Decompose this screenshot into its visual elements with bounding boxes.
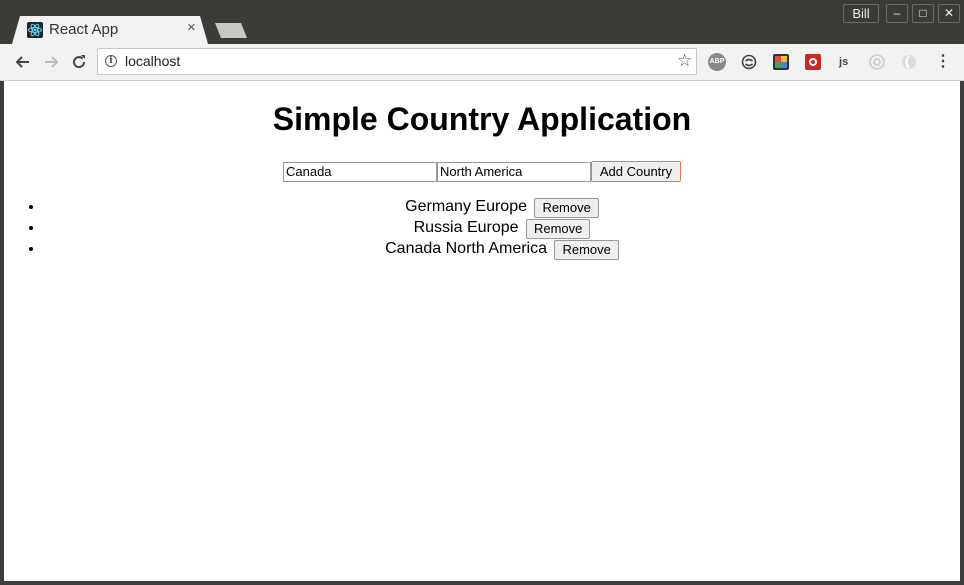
arrow-right-icon[interactable] <box>41 52 61 72</box>
tab-react-app[interactable]: React App × <box>12 16 208 44</box>
list-item: Canada North America Remove <box>44 238 960 260</box>
maximize-button[interactable]: □ <box>912 4 934 23</box>
js-icon[interactable]: js <box>836 53 854 71</box>
window-titlebar: React App × Bill – □ ✕ <box>0 0 964 44</box>
country-name: Germany <box>405 198 471 215</box>
list-item: Russia Europe Remove <box>44 217 960 239</box>
remove-button[interactable]: Remove <box>534 197 599 218</box>
continent-input[interactable] <box>437 161 591 182</box>
menu-icon[interactable]: ⋮ <box>935 52 951 72</box>
minimize-button[interactable]: – <box>886 4 908 23</box>
page-title: Simple Country Application <box>272 101 692 137</box>
country-continent: Europe <box>475 198 527 215</box>
url-text[interactable]: localhost <box>125 53 180 69</box>
country-name: Canada <box>385 240 442 257</box>
remove-button[interactable]: Remove <box>554 239 619 260</box>
tab-title: React App <box>49 21 119 38</box>
react-logo-icon <box>27 22 43 38</box>
profile-button[interactable]: Bill <box>843 4 879 23</box>
extension-gray-icon[interactable] <box>868 53 886 71</box>
country-list: Germany Europe Remove Russia Europe Remo… <box>4 196 960 260</box>
country-name-input[interactable] <box>283 161 437 182</box>
arrow-left-icon[interactable] <box>13 52 33 72</box>
adblock-icon[interactable]: ABP <box>708 53 726 71</box>
browser-toolbar: i localhost ☆ ABP js ⋮ <box>0 44 964 81</box>
country-name: Russia <box>413 219 463 236</box>
reload-icon[interactable] <box>69 52 89 72</box>
info-icon[interactable]: i <box>105 55 117 67</box>
country-continent: Europe <box>466 219 519 236</box>
tab-close-icon[interactable]: × <box>187 19 196 36</box>
extension-gray-2-icon[interactable] <box>900 53 918 71</box>
page-viewport: Simple Country Application Add Country G… <box>4 81 960 581</box>
new-tab-button[interactable] <box>215 23 247 38</box>
country-continent: North America <box>445 240 547 257</box>
add-country-form: Add Country <box>283 161 681 182</box>
color-picker-icon[interactable] <box>772 53 790 71</box>
close-window-button[interactable]: ✕ <box>938 4 960 23</box>
add-country-button[interactable]: Add Country <box>591 161 681 182</box>
sync-icon[interactable] <box>740 53 758 71</box>
extension-red-icon[interactable] <box>804 53 822 71</box>
star-icon[interactable]: ☆ <box>677 51 692 71</box>
address-bar[interactable]: i localhost ☆ <box>97 48 697 75</box>
list-item: Germany Europe Remove <box>44 196 960 218</box>
remove-button[interactable]: Remove <box>525 218 591 239</box>
